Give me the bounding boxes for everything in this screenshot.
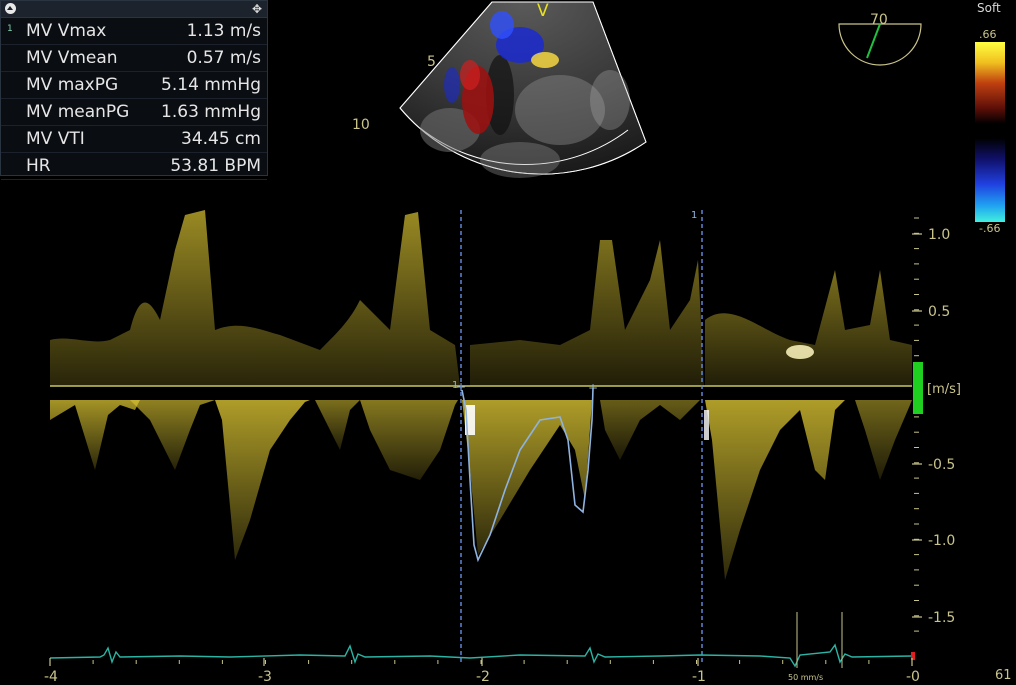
sector-orientation-marker: V xyxy=(537,1,549,21)
time-tick-label: -4 xyxy=(44,669,58,685)
probe-angle-value: 70 xyxy=(870,12,888,28)
doppler-spectrum xyxy=(50,210,912,580)
time-tick-label: -3 xyxy=(258,669,272,685)
frame-rate: 61 xyxy=(995,668,1012,683)
caliper-end-label: 1 xyxy=(691,210,697,221)
depth-label-5: 5 xyxy=(427,54,436,70)
time-tick-label: -2 xyxy=(476,669,490,685)
color-map-bottom: -.66 xyxy=(979,222,1000,235)
time-tick-label: -1 xyxy=(692,669,706,685)
time-tick-label: -0 xyxy=(906,669,920,685)
echo-sector xyxy=(399,1,647,178)
color-map-label: Soft xyxy=(977,1,1001,15)
probe-angle-indicator xyxy=(838,23,922,66)
ultrasound-display: V 5 10 70 Soft .66 -.66 + + 1 xyxy=(44,1,1012,685)
velocity-scale-indicator[interactable] xyxy=(913,362,923,414)
depth-label-10: 10 xyxy=(352,117,370,133)
sweep-speed: 50 mm/s xyxy=(788,673,823,682)
caliper-start-label: 1 xyxy=(452,380,458,391)
trace-end-cross[interactable]: + xyxy=(588,381,598,395)
velocity-unit: [m/s] xyxy=(927,382,961,397)
color-map-top: .66 xyxy=(979,28,997,41)
velocity-tick-label: -1.0 xyxy=(928,533,955,549)
velocity-tick-label: -1.5 xyxy=(928,610,955,626)
velocity-axis: 1.0 0.5 -0.5 -1.0 -1.5 xyxy=(912,217,955,632)
velocity-tick-label: -0.5 xyxy=(928,457,955,473)
velocity-tick-label: 0.5 xyxy=(928,304,950,320)
velocity-tick-label: 1.0 xyxy=(928,227,950,243)
